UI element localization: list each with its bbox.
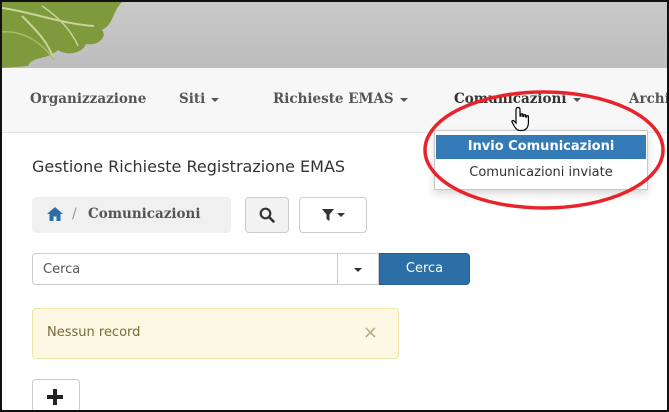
home-icon[interactable] (46, 206, 64, 222)
nav-item-label: Archi (629, 91, 669, 107)
toggle-search-button[interactable] (245, 197, 289, 233)
nav-item-organizzazione[interactable]: Organizzazione (30, 91, 146, 107)
breadcrumb-current: Comunicazioni (88, 206, 201, 222)
caret-down-icon (572, 97, 581, 102)
menu-item-invio-comunicazioni[interactable]: Invio Comunicazioni (436, 135, 646, 159)
close-icon[interactable]: × (363, 322, 378, 343)
filter-dropdown-button[interactable] (299, 197, 367, 233)
search-options-toggle[interactable] (337, 253, 379, 285)
nav-item-comunicazioni[interactable]: Comunicazioni (454, 91, 581, 107)
search-input[interactable] (32, 253, 338, 285)
nav-item-label: Organizzazione (30, 91, 147, 107)
hand-pointer-icon (511, 106, 529, 132)
search-button[interactable]: Cerca (379, 253, 470, 285)
comunicazioni-dropdown-menu: Invio Comunicazioni Comunicazioni inviat… (434, 130, 648, 190)
nav-item-label: Comunicazioni (454, 91, 567, 107)
nav-item-label: Richieste EMAS (273, 91, 394, 107)
nav-item-siti[interactable]: Siti (179, 91, 220, 107)
app-window: Organizzazione Siti Richieste EMAS Comun… (0, 0, 669, 412)
menu-item-comunicazioni-inviate[interactable]: Comunicazioni inviate (436, 161, 646, 185)
breadcrumb: / Comunicazioni (32, 197, 231, 233)
caret-down-icon (399, 97, 408, 102)
main-navbar: Organizzazione Siti Richieste EMAS Comun… (2, 68, 667, 133)
filter-icon (322, 209, 334, 221)
nav-item-archivio[interactable]: Archi (629, 91, 669, 107)
search-icon (259, 207, 275, 223)
page-title: Gestione Richieste Registrazione EMAS (32, 157, 346, 176)
leaf-logo (2, 2, 122, 68)
nav-item-label: Siti (179, 91, 206, 107)
search-group: Cerca (32, 253, 470, 287)
header-banner (2, 2, 667, 68)
caret-down-icon (337, 213, 345, 217)
add-button[interactable] (32, 379, 80, 410)
alert-message: Nessun record (47, 325, 141, 340)
nav-item-richieste-emas[interactable]: Richieste EMAS (273, 91, 408, 107)
caret-down-icon (354, 268, 362, 272)
caret-down-icon (211, 97, 220, 102)
breadcrumb-separator: / (72, 206, 77, 222)
plus-icon (47, 389, 63, 405)
empty-results-alert: Nessun record × (32, 308, 399, 359)
